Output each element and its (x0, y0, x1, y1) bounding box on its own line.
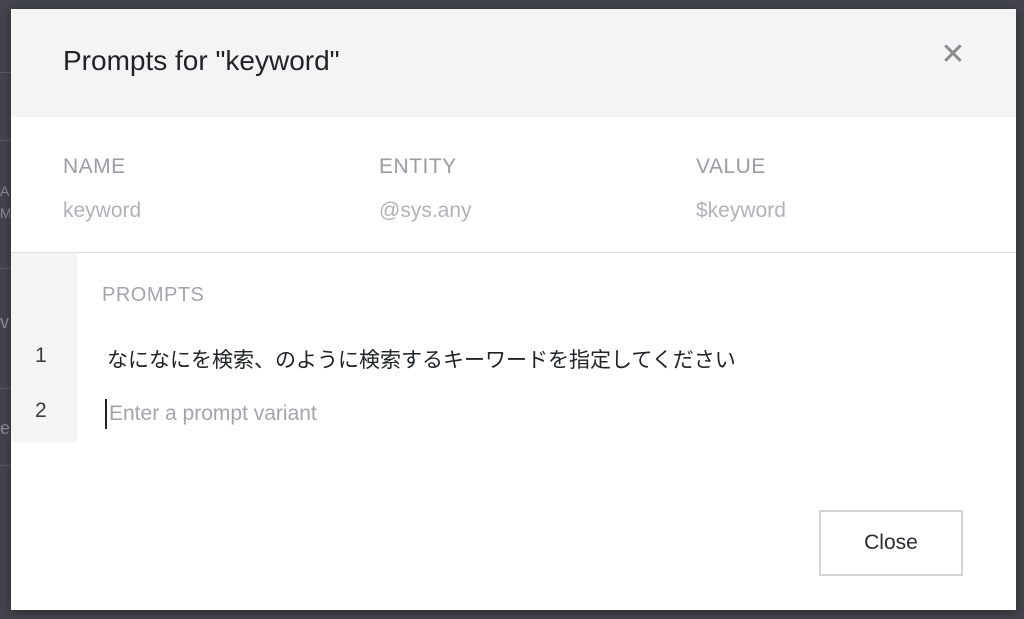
name-column: NAME keyword (63, 155, 141, 223)
section-divider (11, 252, 1016, 253)
dialog-header: Prompts for "keyword" ✕ (11, 9, 1016, 117)
entity-header: ENTITY (379, 155, 457, 178)
background-text-fragment: v (0, 312, 9, 332)
background-text-fragment: M (0, 205, 10, 221)
line-number: 1 (35, 344, 47, 367)
prompt-variant-input[interactable] (105, 399, 709, 429)
prompt-row-1[interactable]: なになにを検索、のように検索するキーワードを指定してください (107, 344, 736, 374)
parameter-entity: @sys.any (379, 199, 472, 222)
prompts-label: PROMPTS (102, 284, 205, 306)
close-button[interactable]: Close (819, 510, 963, 576)
background-text-fragment: A (0, 183, 10, 199)
close-icon[interactable]: ✕ (937, 39, 969, 71)
value-column: VALUE $keyword (696, 155, 786, 223)
dialog-title: Prompts for "keyword" (63, 45, 340, 76)
line-number: 2 (35, 399, 47, 422)
line-number-gutter: 1 2 (11, 253, 77, 442)
parameter-value: $keyword (696, 199, 786, 222)
value-header: VALUE (696, 155, 766, 178)
background-text-fragment: e (0, 418, 10, 438)
entity-column: ENTITY @sys.any (379, 155, 472, 223)
parameter-name: keyword (63, 199, 142, 222)
name-header: NAME (63, 155, 126, 178)
prompts-dialog: Prompts for "keyword" ✕ NAME keyword ENT… (11, 9, 1016, 610)
